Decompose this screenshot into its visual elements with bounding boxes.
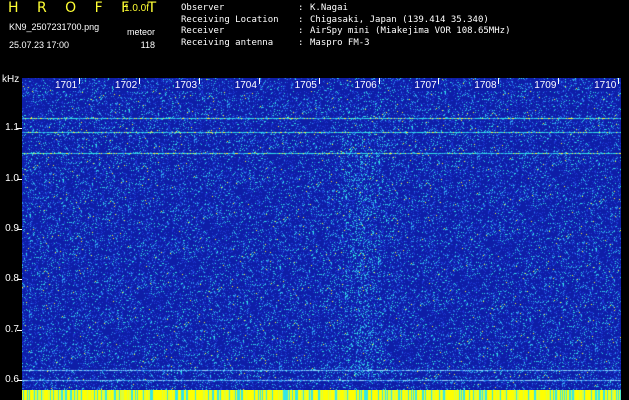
info-value: Chigasaki, Japan (139.414 35.340) — [310, 14, 489, 25]
x-tick-mark — [258, 78, 260, 84]
x-tick-mark — [618, 78, 620, 84]
x-tick-mark — [79, 78, 80, 84]
x-tick-mark — [558, 78, 560, 84]
x-tick-label: 1708 — [473, 80, 498, 91]
info-value: AirSpy mini (Miakejima VOR 108.65MHz) — [310, 26, 511, 36]
x-tick-label: 1703 — [173, 80, 199, 91]
info-key: Receiving Location — [181, 14, 279, 25]
observation-info: Observer: K.Nagai Receiving Location: Chig… — [181, 3, 510, 49]
info-key: Receiver — [181, 26, 225, 36]
x-tick-mark — [198, 78, 200, 84]
x-tick-label: 1704 — [233, 80, 258, 91]
info-row-location: Receiving Location: Chigasaki, Japan (139… — [181, 14, 489, 25]
info-row-receiver: Receiver: AirSpy mini (Miakejima VOR 108.… — [181, 26, 511, 36]
info-value: K.Nagai — [310, 3, 348, 13]
info-row-observer: Observer: K.Nagai — [181, 3, 348, 13]
x-tick-label: 1706 — [353, 80, 378, 91]
file-name: KN9_2507231700.png — [9, 22, 100, 32]
spectrogram-plot: 1701 1702 1703 1704 1705 1706 1707 1708 1709 1710 — [22, 78, 621, 390]
y-axis-unit: kHz — [2, 74, 20, 85]
info-value: Maspro FM-3 — [310, 37, 370, 48]
info-key: Receiving antenna — [181, 37, 274, 48]
mode-label: meteor — [126, 27, 155, 37]
header-panel: H R O F F T 1.0.0f KN9_2507231700.png 25… — [0, 0, 629, 76]
x-tick-label: 1702 — [113, 80, 139, 91]
x-tick-mark — [438, 78, 440, 84]
signal-level-bar — [22, 390, 621, 400]
x-tick-mark — [378, 78, 380, 84]
version-label: 1.0.0f — [124, 3, 150, 14]
x-tick-label: 1707 — [413, 80, 438, 91]
info-key: Observer — [181, 3, 225, 13]
datetime: 25.07.23 17:00 — [9, 40, 70, 50]
info-row-antenna: Receiving antenna: Maspro FM-3 — [181, 37, 370, 48]
x-tick-mark — [318, 78, 320, 84]
x-tick-mark — [138, 78, 140, 84]
x-tick-label: 1709 — [533, 80, 558, 91]
spectrogram-canvas — [22, 78, 621, 390]
x-tick-label: 1705 — [293, 80, 318, 91]
x-tick-label: 1710 — [593, 80, 618, 91]
x-tick-label: 1701 — [54, 80, 79, 91]
x-tick-mark — [498, 78, 500, 84]
detection-count: 118 — [140, 40, 155, 50]
